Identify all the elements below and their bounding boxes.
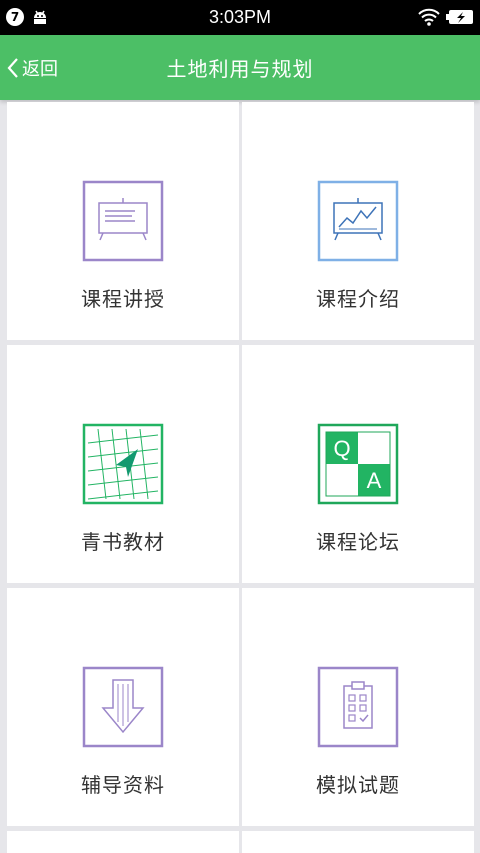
svg-text:A: A (367, 468, 382, 493)
tile-mock-exam[interactable]: 模拟试题 (242, 588, 474, 826)
menu-grid: 课程讲授 课程介绍 青书教材 Q A 课程论坛 辅导资料 模拟试题 (0, 100, 480, 853)
chart-board-icon (317, 180, 399, 262)
tile-tutorial-materials[interactable]: 辅导资料 (7, 588, 239, 826)
wifi-icon (418, 8, 440, 26)
app-bar: 返回 土地利用与规划 (0, 35, 480, 100)
status-bar: 7 3:03PM (0, 0, 480, 35)
tile-course-lecture[interactable]: 课程讲授 (7, 102, 239, 340)
tile-course-forum[interactable]: Q A 课程论坛 (242, 345, 474, 583)
tile-label: 课程论坛 (316, 530, 400, 554)
map-navigation-icon (82, 423, 164, 505)
battery-charging-icon (446, 10, 473, 24)
tile-label: 模拟试题 (316, 773, 400, 797)
page-title: 土地利用与规划 (166, 57, 314, 81)
tile-label: 课程介绍 (316, 287, 400, 311)
tile-label: 课程讲授 (81, 287, 165, 311)
tile-next-row-left[interactable] (7, 831, 239, 853)
clipboard-checklist-icon (317, 666, 399, 748)
tile-course-intro[interactable]: 课程介绍 (242, 102, 474, 340)
tile-next-row-right[interactable] (242, 831, 474, 853)
tile-label: 青书教材 (81, 530, 165, 554)
qa-icon: Q A (317, 423, 399, 505)
download-arrow-icon (82, 666, 164, 748)
tile-textbook[interactable]: 青书教材 (7, 345, 239, 583)
tile-label: 辅导资料 (81, 773, 165, 797)
lecture-board-icon (82, 180, 164, 262)
svg-text:Q: Q (333, 436, 350, 461)
status-time: 3:03PM (208, 7, 272, 27)
